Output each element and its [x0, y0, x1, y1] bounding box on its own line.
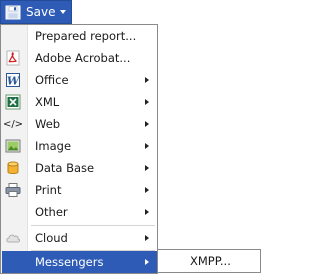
menu-item-label: Prepared report...	[35, 29, 137, 43]
submenu-arrow-icon	[145, 209, 149, 215]
menu-item-prepared-report[interactable]: Prepared report...	[1, 25, 157, 47]
menu-item-image[interactable]: Image	[1, 135, 157, 157]
menu-item-office[interactable]: W Office	[1, 69, 157, 91]
menu-item-label: Adobe Acrobat...	[35, 51, 131, 65]
svg-text:W: W	[7, 75, 21, 88]
excel-xml-icon	[5, 94, 21, 110]
menu-item-print[interactable]: Print	[1, 179, 157, 201]
menu-item-label: Data Base	[35, 161, 95, 175]
menu-item-label: Print	[35, 183, 62, 197]
submenu-arrow-icon	[145, 99, 149, 105]
pdf-icon	[5, 50, 21, 66]
menu-item-label: Other	[35, 205, 68, 219]
menu-item-adobe-acrobat[interactable]: Adobe Acrobat...	[1, 47, 157, 69]
printer-icon	[5, 182, 21, 198]
menu-item-web[interactable]: </> Web	[1, 113, 157, 135]
menu-item-xml[interactable]: XML	[1, 91, 157, 113]
menu-item-label: Cloud	[35, 231, 68, 245]
image-icon	[5, 138, 21, 154]
menu-item-label: Messengers	[35, 255, 104, 269]
submenu-arrow-icon	[145, 121, 149, 127]
cloud-icon	[5, 230, 21, 246]
submenu-arrow-icon	[145, 235, 149, 241]
submenu-arrow-icon	[145, 165, 149, 171]
menu-item-label: Office	[35, 73, 69, 87]
word-icon: W	[5, 72, 21, 88]
menu-item-other[interactable]: Other	[1, 201, 157, 223]
menu-item-label: Web	[35, 117, 61, 131]
menu-item-label: Image	[35, 139, 72, 153]
menu-item-database[interactable]: Data Base	[1, 157, 157, 179]
submenu-arrow-icon	[145, 77, 149, 83]
save-button-label: Save	[26, 5, 56, 19]
messengers-submenu: XMPP...	[157, 249, 261, 273]
submenu-item-label: XMPP...	[190, 254, 231, 268]
database-icon	[5, 160, 21, 176]
menu-item-label: XML	[35, 95, 60, 109]
code-tag-icon: </>	[2, 118, 24, 130]
save-button[interactable]: Save	[0, 0, 72, 24]
save-dropdown-menu: Prepared report... Adobe Acrobat... W Of…	[0, 24, 158, 274]
submenu-arrow-icon	[145, 187, 149, 193]
floppy-disk-icon	[5, 5, 21, 20]
submenu-item-xmpp[interactable]: XMPP...	[158, 250, 260, 272]
submenu-arrow-icon	[145, 259, 149, 265]
menu-item-messengers[interactable]: Messengers	[2, 251, 157, 273]
menu-separator	[31, 225, 155, 226]
submenu-arrow-icon	[145, 143, 149, 149]
menu-item-cloud[interactable]: Cloud	[1, 227, 157, 249]
chevron-down-icon[interactable]	[60, 10, 66, 14]
